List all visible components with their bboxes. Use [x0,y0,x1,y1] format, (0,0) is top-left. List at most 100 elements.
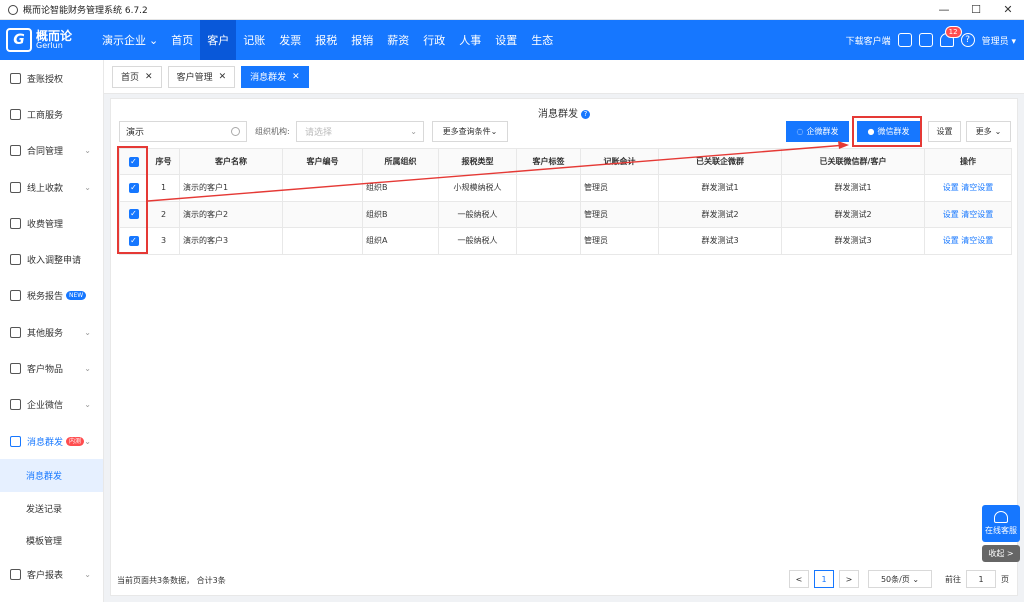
cell-accountant: 管理员 [580,200,659,228]
logo[interactable]: G 概而论 Gerlun [6,28,96,52]
sidebar: 查账授权工商服务 合同管理 ⌄ 线上收款 ⌄ 收费管理 收入调整申请 税务报告 NEW 其他服务 ⌄… [0,60,104,602]
chevron-down-icon: ⌄ [84,570,91,580]
window-title: 概而论智能财务管理系统 6.7.2 [23,6,148,16]
cell-code [282,200,363,228]
user-menu[interactable]: 管理员 ▾ [982,34,1016,47]
column-header: 操作 [924,148,1012,175]
sidebar-tag-badge: 内测 [66,436,85,446]
cell-actions: 设置 清空设置 [924,174,1012,202]
maximize-button[interactable]: ☐ [960,0,992,20]
search-icon[interactable] [231,127,240,136]
cell-tax: 小规模纳税人 [438,174,517,202]
wecom-broadcast-button[interactable]: ◌ 企微群发 [786,121,849,142]
close-icon[interactable]: ✕ [219,72,227,82]
row-clear-settings-link[interactable]: 清空设置 [961,183,993,192]
menu-icon [10,290,21,302]
online-service-button[interactable]: 在线客服 [982,505,1020,542]
prev-page-button[interactable]: < [789,570,809,588]
close-icon[interactable]: ✕ [145,72,153,82]
sidebar-item[interactable]: 查账授权 [0,60,103,96]
next-page-button[interactable]: > [839,570,859,588]
row-settings-link[interactable]: 设置 [943,210,959,219]
sidebar-item[interactable]: 工商服务 [0,96,103,132]
chevron-down-icon: ⌄ [149,33,159,47]
nav-item-3[interactable]: 发票 [272,20,308,60]
row-clear-settings-link[interactable]: 清空设置 [961,236,993,245]
sidebar-item[interactable]: 收入调整申请 [0,241,103,277]
clipboard-icon[interactable] [918,33,933,47]
more-button[interactable]: 更多 ⌄ [966,121,1011,142]
chevron-down-icon: ⌄ [84,327,91,337]
row-settings-link[interactable]: 设置 [943,236,959,245]
sidebar-item-label: 查账授权 [27,74,64,85]
org-select[interactable]: 请选择 ⌄ [296,121,424,142]
close-window-button[interactable]: ✕ [992,0,1024,20]
nav-item-1[interactable]: 客户 [200,20,237,60]
nav-item-2[interactable]: 记账 [236,20,272,60]
cell-name: 演示的客户1 [179,174,283,202]
help-icon[interactable]: ? [960,33,975,47]
chevron-down-icon: ⌄ [84,436,91,446]
scan-icon[interactable] [897,33,912,47]
cell-code [282,174,363,202]
sidebar-item[interactable]: 企业微信 ⌄ [0,387,103,423]
sidebar-item[interactable]: 税务报告 NEW [0,278,103,314]
nav-item-10[interactable]: 生态 [524,20,560,60]
search-input[interactable]: 演示 [119,121,247,142]
sidebar-item[interactable]: 收费管理 [0,205,103,241]
goto-label: 前往 [945,574,961,584]
menu-icon [10,145,21,157]
checkbox-highlight-box [117,146,148,254]
window-titlebar: 概而论智能财务管理系统 6.7.2 — ☐ ✕ [0,0,1024,20]
tab-0[interactable]: 首页 ✕ [112,65,162,88]
download-client-link[interactable]: 下载客户端 [846,34,891,47]
sidebar-item[interactable]: 线上收款 ⌄ [0,169,103,205]
nav-item-9[interactable]: 设置 [488,20,524,60]
sidebar-item[interactable]: 其他服务 ⌄ [0,314,103,350]
help-icon[interactable]: ? [581,109,590,119]
row-settings-link[interactable]: 设置 [943,183,959,192]
sidebar-item[interactable]: 消息群发 内测 ⌄ [0,423,103,459]
tab-1[interactable]: 客户管理 ✕ [167,65,236,88]
row-clear-settings-link[interactable]: 清空设置 [961,210,993,219]
sidebar-item[interactable]: 客户物品 ⌄ [0,350,103,386]
collapse-button[interactable]: 收起 > [982,545,1020,562]
cell-tag [516,174,581,202]
sidebar-subitem[interactable]: 模板管理 [0,524,103,557]
cell-org: 组织A [362,227,439,255]
column-header: 客户编号 [282,148,363,175]
online-service-label: 在线客服 [985,526,1017,535]
bell-icon[interactable]: 12 [939,26,962,47]
page-size-select[interactable]: 50条/页 ⌄ [868,570,932,588]
sidebar-item-label: 企业微信 [27,401,64,412]
minimize-button[interactable]: — [928,0,960,20]
nav-item-4[interactable]: 报税 [308,20,344,60]
sidebar-item[interactable]: 客户报表 ⌄ [0,557,103,593]
nav-item-8[interactable]: 人事 [452,20,488,60]
notification-badge: 12 [944,26,962,38]
menu-icon [10,254,21,266]
nav-item-6[interactable]: 薪资 [380,20,416,60]
company-switcher[interactable]: 演示企业 ⌄ [102,32,158,48]
sidebar-item-label: 税务报告 [27,292,64,303]
goto-page-input[interactable]: 1 [966,570,996,588]
sidebar-subitem[interactable]: 发送记录 [0,492,103,525]
nav-item-0[interactable]: 首页 [164,20,200,60]
page-title-text: 消息群发 [538,109,578,120]
cell-name: 演示的客户2 [179,200,283,228]
page-number-current[interactable]: 1 [814,570,834,588]
settings-button[interactable]: 设置 [928,121,961,142]
sidebar-item[interactable]: 合同管理 ⌄ [0,133,103,169]
nav-item-7[interactable]: 行政 [416,20,452,60]
cell-wechat_group: 群发测试1 [781,174,925,202]
nav-item-5[interactable]: 报销 [344,20,380,60]
close-icon[interactable]: ✕ [292,72,300,82]
tab-2[interactable]: 消息群发 ✕ [241,65,309,88]
customer-table: ✓ 序号 客户名称 客户编号 所属组织 报税类型 客户标签 记账会计 已关联企微群 已关联微信群… [119,148,1012,255]
column-header: 客户名称 [179,148,283,175]
sidebar-subitem[interactable]: 消息群发 [0,459,103,492]
sidebar-item-label: 其他服务 [27,328,64,339]
more-query-button[interactable]: 更多查询条件 ⌄ [432,121,508,142]
goto-unit: 页 [1001,574,1009,584]
more-label: 更多 [975,127,992,136]
